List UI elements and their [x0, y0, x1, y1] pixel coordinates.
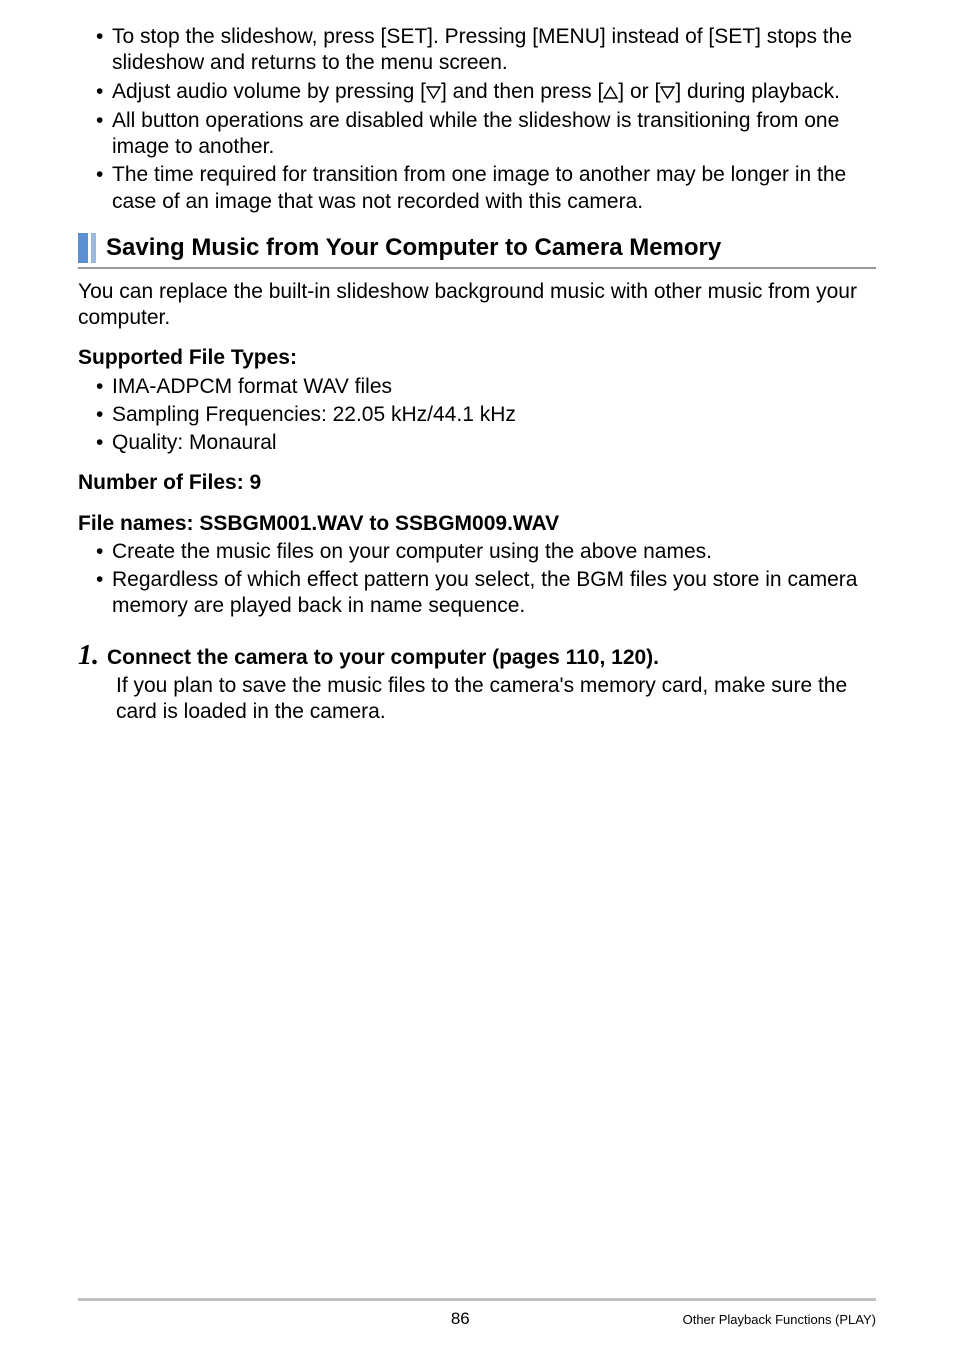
- bullet-text-part: Adjust audio volume by pressing [: [112, 80, 426, 103]
- page-number: 86: [78, 1309, 683, 1329]
- step-body: If you plan to save the music files to t…: [78, 673, 876, 726]
- page-container: To stop the slideshow, press [SET]. Pres…: [0, 0, 954, 1357]
- section-heading: Saving Music from Your Computer to Camer…: [78, 233, 876, 263]
- supported-types-list: IMA-ADPCM format WAV files Sampling Freq…: [78, 374, 876, 457]
- triangle-up-icon: [603, 80, 618, 106]
- bullet-item: To stop the slideshow, press [SET]. Pres…: [96, 24, 876, 77]
- step-number: 1.: [78, 638, 99, 673]
- bullet-text-part: ] or [: [618, 80, 660, 103]
- list-item: IMA-ADPCM format WAV files: [96, 374, 876, 400]
- footer-row: 86 Other Playback Functions (PLAY): [78, 1309, 876, 1329]
- footer-label: Other Playback Functions (PLAY): [683, 1312, 876, 1327]
- page-content: To stop the slideshow, press [SET]. Pres…: [78, 24, 876, 725]
- page-footer: 86 Other Playback Functions (PLAY): [78, 1298, 876, 1329]
- bullet-item: Adjust audio volume by pressing [ ] and t…: [96, 79, 876, 106]
- list-item: Quality: Monaural: [96, 430, 876, 456]
- section-title: Saving Music from Your Computer to Camer…: [106, 233, 721, 263]
- list-item: Sampling Frequencies: 22.05 kHz/44.1 kHz: [96, 402, 876, 428]
- heading-marker-icon: [78, 233, 96, 263]
- bullet-text: All button operations are disabled while…: [112, 109, 839, 158]
- file-names-heading: File names: SSBGM001.WAV to SSBGM009.WAV: [78, 511, 876, 537]
- bullet-text-part: ] during playback.: [675, 80, 840, 103]
- triangle-down-icon: [426, 80, 441, 106]
- step-heading: 1. Connect the camera to your computer (…: [78, 638, 876, 673]
- bullet-text-part: ] and then press [: [441, 80, 603, 103]
- bullet-text: The time required for transition from on…: [112, 163, 846, 212]
- bullet-item: All button operations are disabled while…: [96, 108, 876, 161]
- footer-divider: [78, 1298, 876, 1301]
- triangle-down-icon: [660, 80, 675, 106]
- list-item: Create the music files on your computer …: [96, 539, 876, 565]
- section-intro: You can replace the built-in slideshow b…: [78, 279, 876, 332]
- bullet-text: To stop the slideshow, press [SET]. Pres…: [112, 25, 852, 74]
- list-text: Sampling Frequencies: 22.05 kHz/44.1 kHz: [112, 403, 516, 426]
- list-item: Regardless of which effect pattern you s…: [96, 567, 876, 620]
- intro-bullet-list: To stop the slideshow, press [SET]. Pres…: [78, 24, 876, 215]
- list-text: IMA-ADPCM format WAV files: [112, 375, 392, 398]
- heading-underline: [78, 267, 876, 269]
- list-text: Regardless of which effect pattern you s…: [112, 568, 857, 617]
- num-files-heading: Number of Files: 9: [78, 470, 876, 496]
- bullet-item: The time required for transition from on…: [96, 162, 876, 215]
- supported-types-heading: Supported File Types:: [78, 345, 876, 371]
- file-names-list: Create the music files on your computer …: [78, 539, 876, 620]
- list-text: Create the music files on your computer …: [112, 540, 712, 563]
- step-title: Connect the camera to your computer (pag…: [107, 645, 659, 671]
- list-text: Quality: Monaural: [112, 431, 277, 454]
